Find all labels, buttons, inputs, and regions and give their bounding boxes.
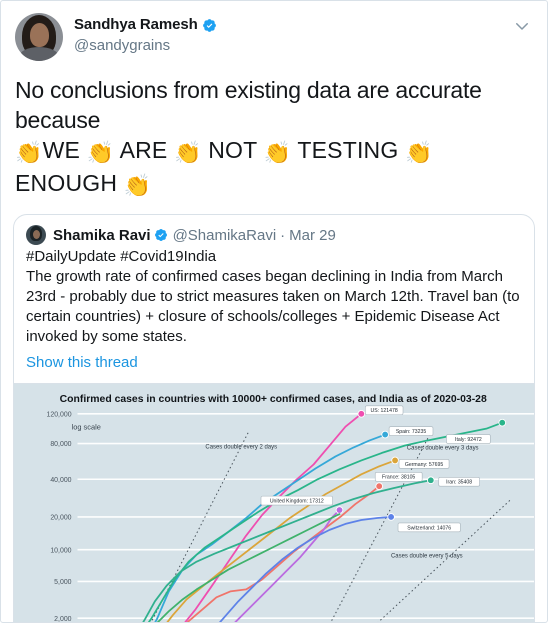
tweet-word-4: ENOUGH [15, 170, 118, 196]
quoted-tweet[interactable]: Shamika Ravi @ShamikaRavi · Mar 29 #Dail… [13, 214, 535, 623]
quoted-date: Mar 29 [289, 226, 336, 244]
chart-label-spain: Spain: 73235 [388, 426, 434, 436]
chart-label-iran: Iran: 35408 [438, 476, 480, 487]
annotation-cases-double-every-5-days: Cases double every 5 days [391, 554, 463, 560]
svg-text:France: 38105: France: 38105 [382, 475, 415, 481]
quoted-tweet-body: #DailyUpdate #Covid19India The growth ra… [14, 245, 534, 347]
svg-text:Switzerland: 14076: Switzerland: 14076 [407, 525, 451, 531]
y-tick-40000: 40,000 [50, 477, 71, 484]
series-endpoint-switzerland [387, 513, 395, 521]
annotation-cases-double-every-3-days: Cases double every 3 days [407, 445, 479, 451]
author-handle[interactable]: @sandygrains [74, 36, 511, 56]
avatar-shoulders [19, 47, 59, 61]
y-tick-10000: 10,000 [50, 547, 71, 554]
series-endpoint-italy [498, 418, 507, 427]
verified-badge-icon [202, 18, 217, 33]
display-name-row: Sandhya Ramesh [74, 15, 511, 35]
svg-text:Spain: 73235: Spain: 73235 [396, 429, 427, 435]
svg-text:Italy: 92472: Italy: 92472 [455, 437, 482, 443]
chart-scale-note: log scale [72, 423, 101, 432]
tweet-header: Sandhya Ramesh @sandygrains [1, 1, 547, 61]
chevron-down-icon[interactable] [511, 15, 533, 37]
svg-text:Germany: 57695: Germany: 57695 [405, 462, 444, 468]
tweet-word-3: TESTING [297, 137, 399, 163]
quoted-handle: @ShamikaRavi [172, 226, 277, 244]
quoted-body-text: The growth rate of confirmed cases began… [26, 268, 520, 345]
tweet-text-line1: No conclusions from existing data are ac… [15, 77, 482, 133]
tweet-card: Sandhya Ramesh @sandygrains No conclusio… [0, 0, 548, 623]
clap-emoji-2: 👏 [174, 140, 202, 165]
quoted-separator: · [280, 226, 286, 244]
y-tick-20000: 20,000 [50, 515, 71, 522]
clap-emoji-5: 👏 [123, 173, 152, 198]
chart-label-france: France: 38105 [374, 472, 423, 482]
clap-emoji-3: 👏 [263, 140, 292, 165]
clap-emoji-4: 👏 [405, 140, 433, 165]
tweet-word-2: NOT [208, 137, 257, 163]
annotation-cases-double-every-2-days: Cases double every 2 days [205, 445, 277, 451]
tweet-word-1: ARE [119, 137, 168, 163]
chart-label-germany: Germany: 57695 [398, 459, 450, 469]
tweet-body: No conclusions from existing data are ac… [1, 61, 547, 201]
svg-text:United Kingdom: 17312: United Kingdom: 17312 [270, 498, 324, 504]
quoted-avatar-face [33, 230, 40, 239]
tweet-word-0: WE [42, 137, 81, 163]
chart-label-us: US: 121478 [364, 405, 404, 416]
chart-label-switzerland: Switzerland: 14076 [397, 522, 461, 533]
svg-text:US: 121478: US: 121478 [371, 408, 398, 414]
chart-label-italy: Italy: 92472 [446, 434, 491, 444]
y-tick-2000: 2,000 [54, 616, 72, 623]
verified-badge-icon [154, 228, 168, 242]
series-endpoint-us [357, 409, 366, 418]
series-endpoint-germany [391, 456, 399, 465]
chart-title: Confirmed cases in countries with 10000+… [60, 394, 487, 405]
y-tick-5000: 5,000 [54, 579, 72, 586]
clap-emoji-1: 👏 [86, 140, 115, 165]
series-endpoint-united-kingdom [335, 506, 344, 514]
covid-cases-log-chart: 120,000 80,000 40,000 20,000 10,000 5,000 2,00… [14, 384, 534, 623]
avatar-face [30, 23, 49, 47]
svg-text:Iran: 35408: Iran: 35408 [446, 480, 472, 486]
avatar[interactable] [15, 13, 63, 61]
y-tick-80000: 80,000 [50, 441, 71, 448]
series-endpoint-spain [381, 430, 389, 439]
chart-label-united-kingdom: United Kingdom: 17312 [260, 495, 333, 506]
quoted-display-name: Shamika Ravi [53, 226, 151, 244]
show-thread-link[interactable]: Show this thread [14, 347, 534, 383]
series-endpoint-france [375, 482, 384, 491]
series-endpoint-iran [426, 476, 435, 485]
y-tick-120000: 120,000 [46, 411, 71, 418]
chart-container[interactable]: 120,000 80,000 40,000 20,000 10,000 5,000 2,00… [14, 383, 534, 623]
display-name[interactable]: Sandhya Ramesh [74, 15, 198, 35]
author-block: Sandhya Ramesh @sandygrains [74, 13, 511, 56]
clap-emoji-0: 👏 [15, 140, 43, 165]
quoted-tweet-header: Shamika Ravi @ShamikaRavi · Mar 29 [14, 215, 534, 245]
tweet-text-line2: 👏WE 👏 ARE 👏 NOT 👏 TESTING 👏 ENOUGH 👏 [15, 135, 533, 201]
quoted-avatar[interactable] [26, 225, 46, 245]
quoted-hashtags[interactable]: #DailyUpdate #Covid19India [26, 247, 522, 267]
